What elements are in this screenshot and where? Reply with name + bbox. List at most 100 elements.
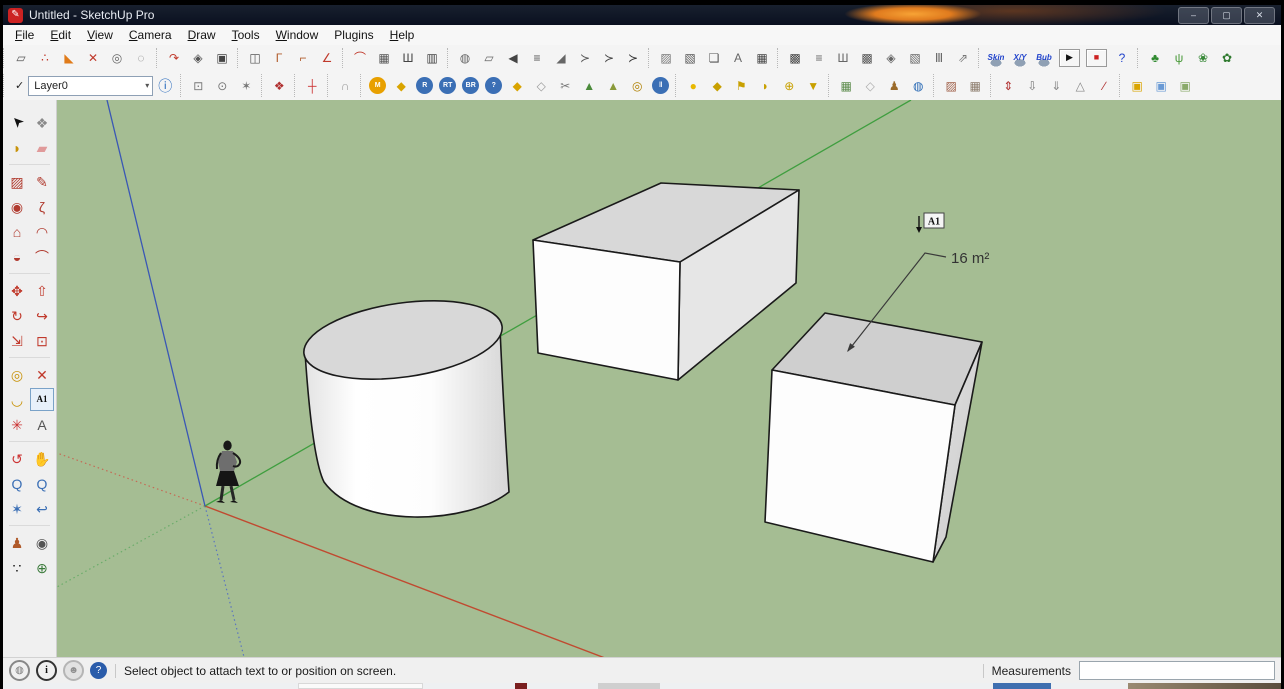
axes-tool[interactable]: ✳ xyxy=(5,413,29,436)
zoom-window-tool[interactable]: Q xyxy=(30,472,54,495)
rt-badge-icon[interactable]: RT xyxy=(439,77,457,94)
measurements-input[interactable] xyxy=(1079,661,1275,680)
from-contours-icon[interactable]: ▨ xyxy=(939,75,963,97)
plugin-33-icon[interactable]: Ш xyxy=(831,47,855,69)
plugin-21-icon[interactable]: ≡ xyxy=(525,47,549,69)
stamp-icon[interactable]: ⇩ xyxy=(1020,75,1044,97)
dome-joint-icon[interactable]: ◗ xyxy=(753,75,777,97)
plugin-06-icon[interactable]: ◌ xyxy=(129,47,153,69)
plugin-37-icon[interactable]: Ⅲ xyxy=(927,47,951,69)
menu-draw[interactable]: Draw xyxy=(180,26,224,44)
placeholder-icon[interactable]: ◇ xyxy=(858,75,882,97)
user-credits-icon[interactable]: ☻ xyxy=(63,660,84,681)
plugin-17-icon[interactable]: ▥ xyxy=(420,47,444,69)
plugin-14-icon[interactable]: ⌒ xyxy=(348,47,372,69)
plugin-13-icon[interactable]: ∠ xyxy=(315,47,339,69)
cylinder[interactable] xyxy=(299,289,510,518)
physics-stop-icon[interactable]: ■ xyxy=(1086,48,1107,67)
rectangle-tool[interactable]: ▨ xyxy=(5,170,29,193)
drawing-canvas[interactable]: 16 m² A1 xyxy=(57,100,1281,658)
maximize-button[interactable]: ▢ xyxy=(1211,6,1242,24)
menu-camera[interactable]: Camera xyxy=(121,26,180,44)
plugin-38-icon[interactable]: ⇗ xyxy=(951,47,975,69)
br-badge-icon[interactable]: BR xyxy=(462,77,480,94)
cone-joint-icon[interactable]: ▼ xyxy=(801,75,825,97)
google-earth-icon[interactable]: ◍ xyxy=(906,75,930,97)
smoove-icon[interactable]: ⇕ xyxy=(996,75,1020,97)
flag-joint-icon[interactable]: ⚑ xyxy=(729,75,753,97)
look-around-tool[interactable]: ◉ xyxy=(30,531,54,554)
circle-tool[interactable]: ◉ xyxy=(5,195,29,218)
polygon-tool[interactable]: ⌂ xyxy=(5,220,29,243)
plugin-12-icon[interactable]: ⌐ xyxy=(291,47,315,69)
move-tool[interactable]: ✥ xyxy=(5,279,29,302)
tree-icon[interactable]: ♣ xyxy=(1143,47,1167,69)
grass-icon[interactable]: ψ xyxy=(1167,47,1191,69)
area-label[interactable]: 16 m² xyxy=(951,250,989,267)
solid-intersect-icon[interactable]: ▣ xyxy=(1173,75,1197,97)
freehand-tool[interactable]: ζ xyxy=(30,195,54,218)
physics-bub-icon[interactable]: Bub xyxy=(1032,47,1056,69)
leaf-swirl-icon[interactable]: ❀ xyxy=(1191,47,1215,69)
plugin-23-icon[interactable]: ≻ xyxy=(573,47,597,69)
solid-union-icon[interactable]: ▣ xyxy=(1125,75,1149,97)
drape-icon[interactable]: ⇓ xyxy=(1044,75,1068,97)
zoom-tool[interactable]: Q xyxy=(5,472,29,495)
plugin-26-icon[interactable]: ▨ xyxy=(654,47,678,69)
tape-measure-tool[interactable]: ◎ xyxy=(5,363,29,386)
plugin-28-icon[interactable]: ❏ xyxy=(702,47,726,69)
menu-window[interactable]: Window xyxy=(268,26,327,44)
close-button[interactable]: ✕ xyxy=(1244,6,1275,24)
map-icon[interactable]: ▦ xyxy=(834,75,858,97)
plugin-05-icon[interactable]: ◎ xyxy=(105,47,129,69)
r-badge-icon[interactable]: R xyxy=(416,77,434,94)
physics-xy-icon[interactable]: X/Y xyxy=(1008,47,1032,69)
arc-dome-icon[interactable]: ∩ xyxy=(333,75,357,97)
menu-plugins[interactable]: Plugins xyxy=(326,26,381,44)
section-plane-tool[interactable]: ⊕ xyxy=(30,556,54,579)
shape-box-icon[interactable]: ⊡ xyxy=(186,75,210,97)
plugin-10-icon[interactable]: ◫ xyxy=(243,47,267,69)
pan-tool[interactable]: ✋ xyxy=(30,447,54,470)
layer-manager-icon[interactable]: ⓘ xyxy=(153,75,177,97)
plugin-24-icon[interactable]: ≻ xyxy=(597,47,621,69)
offset-tool[interactable]: ⊡ xyxy=(30,329,54,352)
solid-subtract-icon[interactable]: ▣ xyxy=(1149,75,1173,97)
shrub-icon[interactable]: ✿ xyxy=(1215,47,1239,69)
line-tool[interactable]: ✎ xyxy=(30,170,54,193)
box-joint-icon[interactable]: ◆ xyxy=(705,75,729,97)
round-m-icon[interactable]: M xyxy=(369,77,387,94)
arc-2point-tool[interactable]: ◠ xyxy=(30,220,54,243)
plugin-32-icon[interactable]: ≡ xyxy=(807,47,831,69)
from-scratch-icon[interactable]: ▦ xyxy=(963,75,987,97)
plugin-22-icon[interactable]: ◢ xyxy=(549,47,573,69)
shape-star-icon[interactable]: ✶ xyxy=(234,75,258,97)
minimize-button[interactable]: – xyxy=(1178,6,1209,24)
protractor-tool[interactable]: ◡ xyxy=(5,388,29,411)
tag-e-icon[interactable]: ◆ xyxy=(505,75,529,97)
plugin-01-icon[interactable]: ▱ xyxy=(9,47,33,69)
plugin-29-icon[interactable]: A xyxy=(726,47,750,69)
terrain-a-icon[interactable]: ▲ xyxy=(577,75,601,97)
plugin-04-icon[interactable]: ✕ xyxy=(81,47,105,69)
scene[interactable]: 16 m² A1 xyxy=(57,100,1281,658)
pause-icon[interactable]: ‖ xyxy=(652,77,670,94)
rotate-tool[interactable]: ↻ xyxy=(5,304,29,327)
scissors-icon[interactable]: ✂ xyxy=(553,75,577,97)
3d-text-tool[interactable]: A xyxy=(30,413,54,436)
joint-pipe-icon[interactable]: ┼ xyxy=(300,75,324,97)
plugin-11-icon[interactable]: Γ xyxy=(267,47,291,69)
physics-skin-icon[interactable]: Skin xyxy=(984,47,1008,69)
physics-help-icon[interactable]: ? xyxy=(1110,47,1134,69)
plugin-08-icon[interactable]: ◈ xyxy=(186,47,210,69)
layer-dropdown[interactable]: Layer0 ▾ xyxy=(28,75,154,96)
follow-me-tool[interactable]: ↪ xyxy=(30,304,54,327)
dimension-tool[interactable]: ✕ xyxy=(30,363,54,386)
plugin-18-icon[interactable]: ◍ xyxy=(453,47,477,69)
ball-joint-icon[interactable]: ● xyxy=(681,75,705,97)
plugin-36-icon[interactable]: ▧ xyxy=(903,47,927,69)
plugin-19-icon[interactable]: ▱ xyxy=(477,47,501,69)
eraser-tool[interactable]: ▰ xyxy=(30,136,54,159)
red-bezier-icon[interactable]: ❖ xyxy=(267,75,291,97)
target-icon[interactable]: ◎ xyxy=(625,75,649,97)
